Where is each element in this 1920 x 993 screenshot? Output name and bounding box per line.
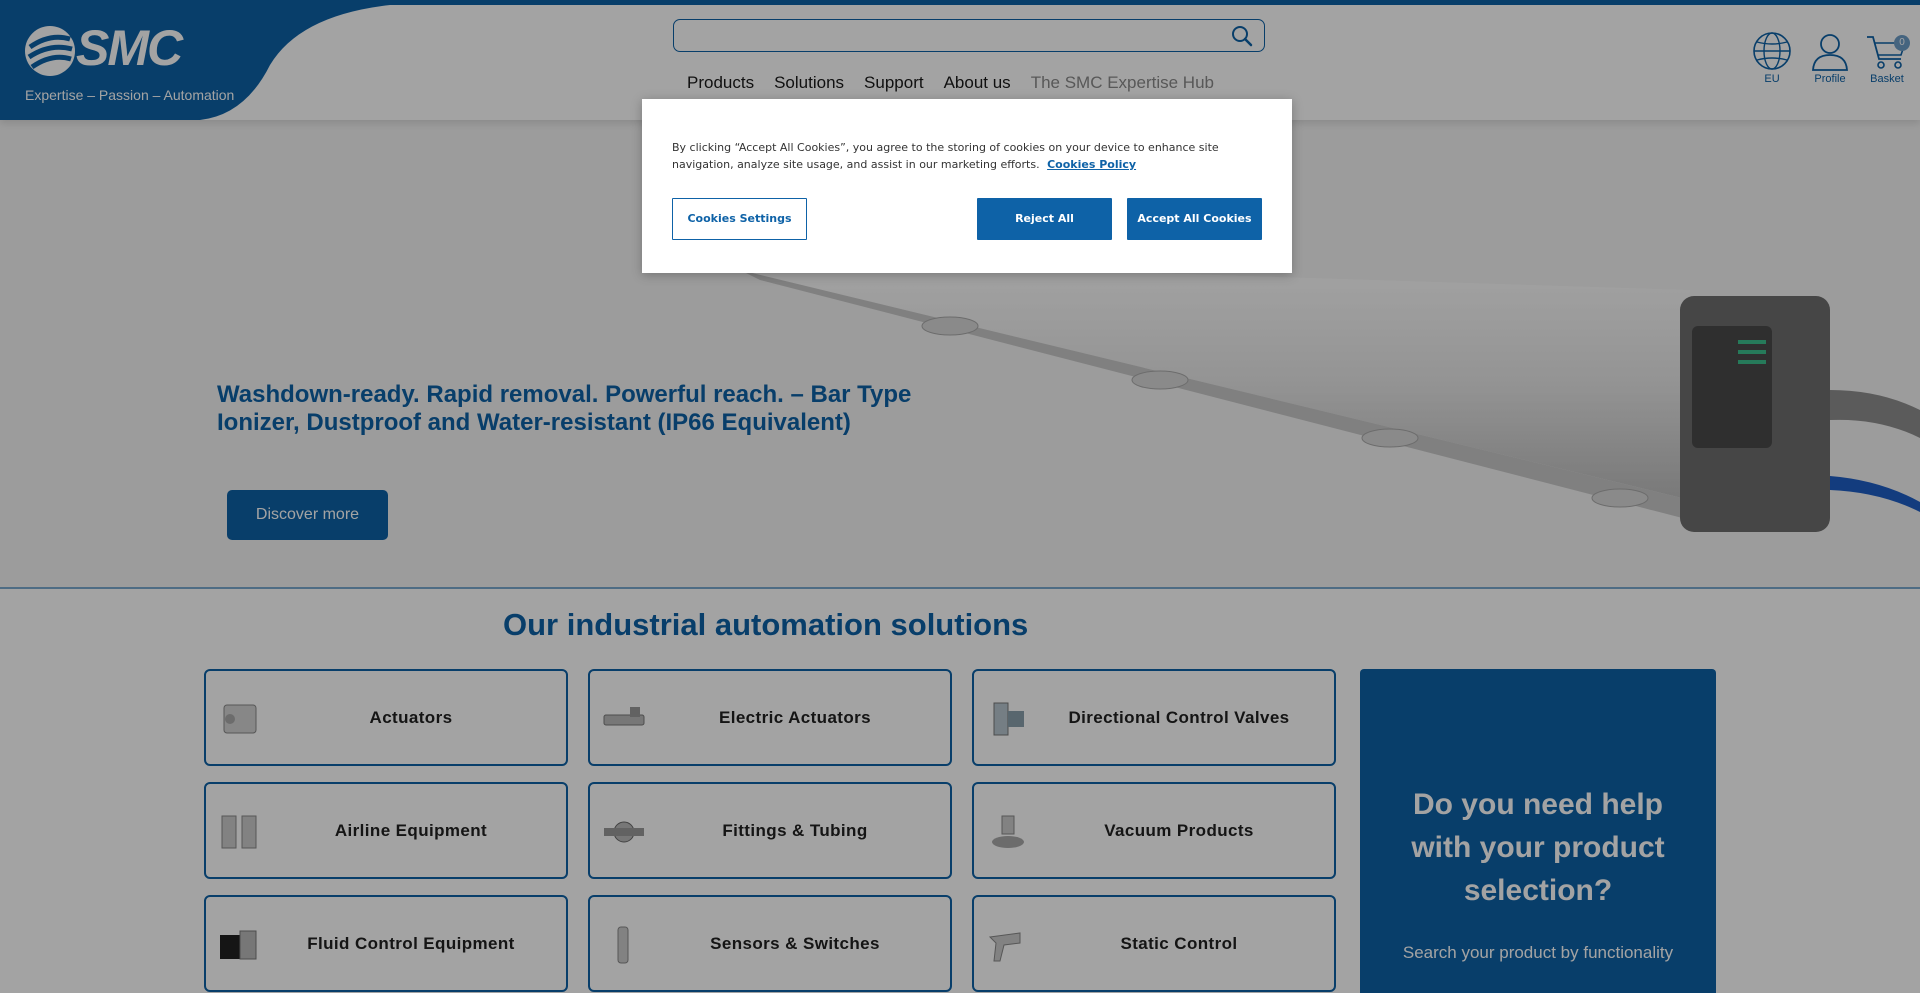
accept-all-cookies-button[interactable]: Accept All Cookies: [1127, 198, 1262, 240]
cookie-consent-dialog: By clicking “Accept All Cookies”, you ag…: [642, 99, 1292, 273]
cookies-policy-link[interactable]: Cookies Policy: [1047, 158, 1136, 171]
cookie-message: By clicking “Accept All Cookies”, you ag…: [672, 141, 1219, 171]
reject-all-button[interactable]: Reject All: [977, 198, 1112, 240]
cookies-settings-button[interactable]: Cookies Settings: [672, 198, 807, 240]
cookie-text-block: By clicking “Accept All Cookies”, you ag…: [672, 139, 1264, 173]
